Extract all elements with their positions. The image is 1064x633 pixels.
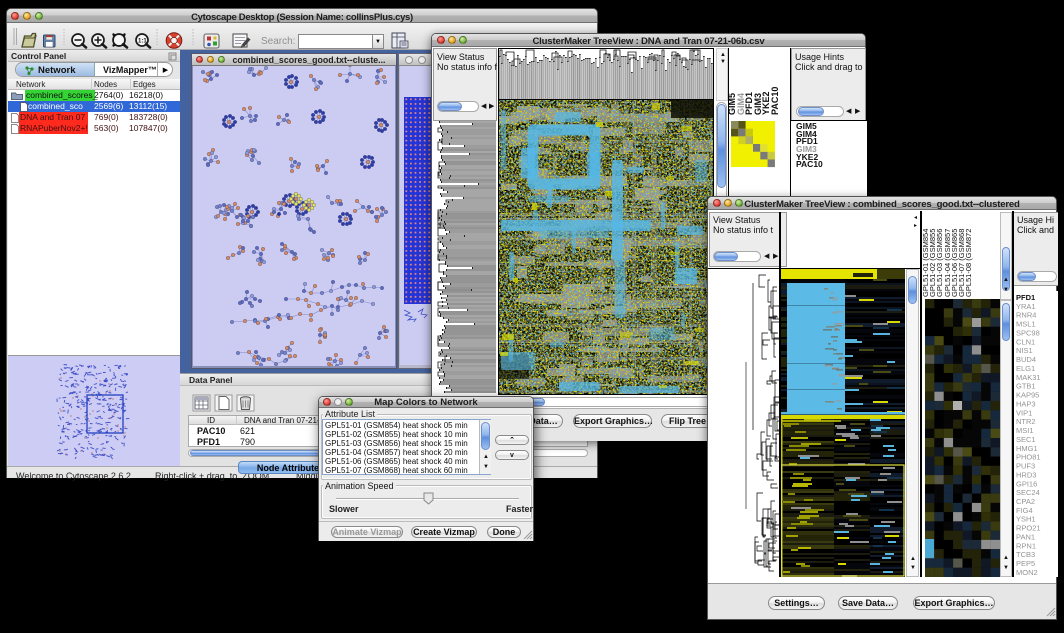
svg-text:MON2: MON2 (1016, 568, 1038, 577)
svg-text:GPL51-08 (GSM872: GPL51-08 (GSM872 (964, 229, 973, 297)
svg-text:SPC98: SPC98 (1016, 329, 1040, 338)
svg-text:BUD4: BUD4 (1016, 355, 1036, 364)
svg-text:RPO21: RPO21 (1016, 524, 1041, 533)
svg-text:1:1: 1:1 (138, 39, 147, 45)
svg-text:Search:: Search: (261, 36, 295, 47)
svg-text:MSL1: MSL1 (1016, 320, 1036, 329)
svg-text:MSI1: MSI1 (1016, 426, 1034, 435)
svg-text:GTB1: GTB1 (1016, 382, 1036, 391)
svg-text:VIP1: VIP1 (1016, 408, 1032, 417)
svg-text:SEC1: SEC1 (1016, 435, 1036, 444)
svg-text:SEC24: SEC24 (1016, 488, 1040, 497)
svg-text:TCB3: TCB3 (1016, 550, 1035, 559)
svg-text:YSH1: YSH1 (1016, 515, 1036, 524)
svg-text:HRD3: HRD3 (1016, 470, 1036, 479)
svg-text:YRA1: YRA1 (1016, 302, 1036, 311)
svg-text:HAP3: HAP3 (1016, 399, 1036, 408)
svg-text:NTR2: NTR2 (1016, 417, 1036, 426)
svg-text:CLN1: CLN1 (1016, 337, 1035, 346)
svg-text:PHO81: PHO81 (1016, 453, 1041, 462)
svg-text:FIG4: FIG4 (1016, 506, 1033, 515)
svg-text:NIS1: NIS1 (1016, 346, 1033, 355)
svg-text:MAK31: MAK31 (1016, 373, 1041, 382)
svg-text:HMG1: HMG1 (1016, 444, 1038, 453)
svg-text:RPN1: RPN1 (1016, 541, 1036, 550)
svg-text:PEP5: PEP5 (1016, 559, 1035, 568)
svg-text:PUF3: PUF3 (1016, 462, 1035, 471)
svg-text:RNR4: RNR4 (1016, 311, 1036, 320)
svg-text:PAN1: PAN1 (1016, 533, 1035, 542)
svg-text:KAP95: KAP95 (1016, 391, 1039, 400)
svg-text:PAC10: PAC10 (770, 87, 780, 115)
svg-text:CPA2: CPA2 (1016, 497, 1035, 506)
svg-text:PAC10: PAC10 (796, 159, 823, 169)
svg-text:PFD1: PFD1 (1016, 293, 1035, 302)
svg-text:GPI16: GPI16 (1016, 479, 1037, 488)
svg-text:ELG1: ELG1 (1016, 364, 1035, 373)
